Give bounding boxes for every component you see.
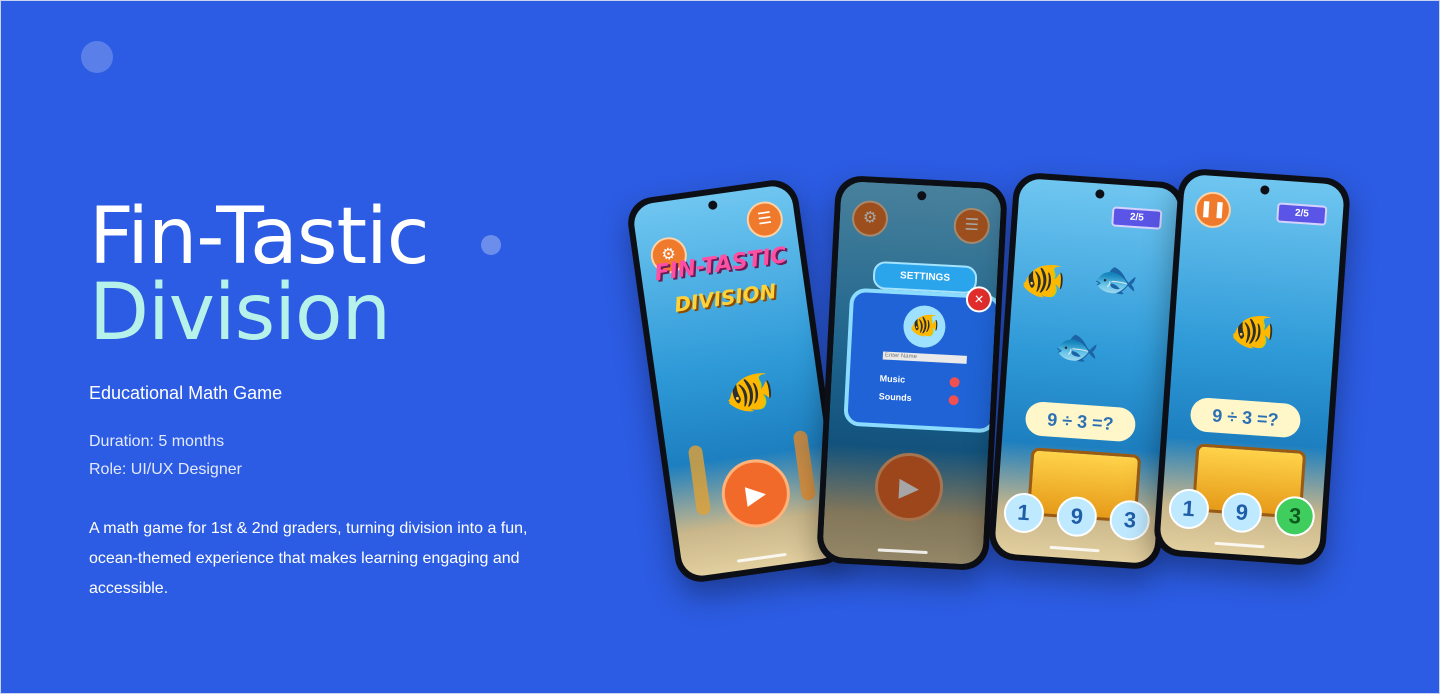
fish-avatar-icon[interactable]: 🐠 xyxy=(902,304,947,349)
play-button[interactable]: ▶ xyxy=(717,455,795,532)
camera-notch xyxy=(707,200,718,211)
answer-option[interactable]: 1 xyxy=(1002,491,1045,535)
goldfish-icon: 🐠 xyxy=(1019,258,1068,303)
phone-screen: 2/5 🐠 🐟 🐟 9 ÷ 3 =? 1 9 3 xyxy=(994,177,1180,565)
phone-mockup-correct-answer: ❚❚ 2/5 🐠 9 ÷ 3 =? 1 9 3 xyxy=(1152,167,1352,567)
menu-list-icon[interactable]: ☰ xyxy=(744,199,786,240)
sounds-label: Sounds xyxy=(878,391,912,404)
seaweed-decoration xyxy=(687,444,712,516)
answer-option[interactable]: 1 xyxy=(1167,487,1210,531)
seaweed-decoration xyxy=(792,429,817,502)
home-indicator xyxy=(1214,541,1265,549)
progress-badge: 2/5 xyxy=(1111,206,1163,230)
red-fish-icon: 🐟 xyxy=(1092,257,1140,302)
answer-option[interactable]: 9 xyxy=(1220,491,1264,534)
title-line-1: Fin-Tastic xyxy=(89,192,430,282)
decorative-dot xyxy=(81,41,113,73)
progress-badge: 2/5 xyxy=(1276,202,1328,226)
project-description: A math game for 1st & 2nd graders, turni… xyxy=(89,520,528,597)
pause-icon[interactable]: ❚❚ xyxy=(1193,190,1233,230)
camera-notch xyxy=(1095,189,1105,199)
play-icon: ▶ xyxy=(743,477,768,510)
blue-fish-icon: 🐟 xyxy=(1053,324,1101,369)
phone-screen: ⚙ ☰ FIN-TASTIC DIVISION 🐠 ▶ xyxy=(631,183,843,579)
duration-text: Duration: 5 months xyxy=(89,433,225,450)
title-line-2: Division xyxy=(89,268,391,358)
goldfish-mascot-icon: 🐠 xyxy=(722,368,778,419)
hero-section: Fin-Tastic Division Educational Math Gam… xyxy=(89,197,549,604)
answer-option[interactable]: 9 xyxy=(1055,495,1099,538)
project-meta: Duration: 5 months Role: UI/UX Designer xyxy=(89,428,549,484)
answer-option-correct[interactable]: 3 xyxy=(1273,495,1317,538)
phone-screen: ⚙ ☰ ▶ SETTINGS 🐠 Music Sounds ✕ xyxy=(822,181,1002,565)
division-question: 9 ÷ 3 =? xyxy=(1189,396,1302,439)
phone-mockup-settings: ⚙ ☰ ▶ SETTINGS 🐠 Music Sounds ✕ xyxy=(815,174,1009,572)
home-indicator xyxy=(1049,545,1100,553)
sounds-toggle[interactable] xyxy=(948,394,959,406)
phone-mockup-title-screen: ⚙ ☰ FIN-TASTIC DIVISION 🐠 ▶ xyxy=(624,176,850,586)
player-name-input[interactable] xyxy=(882,351,967,364)
role-text: Role: UI/UX Designer xyxy=(89,461,242,478)
project-subtitle: Educational Math Game xyxy=(89,383,283,403)
home-indicator xyxy=(736,552,787,563)
music-toggle[interactable] xyxy=(949,376,960,388)
camera-notch xyxy=(1260,185,1270,195)
phone-screen: ❚❚ 2/5 🐠 9 ÷ 3 =? 1 9 3 xyxy=(1159,173,1345,561)
division-question: 9 ÷ 3 =? xyxy=(1024,400,1137,443)
goldfish-sunglasses-icon: 🐠 xyxy=(1229,309,1277,354)
music-label: Music xyxy=(879,373,906,385)
answer-option[interactable]: 3 xyxy=(1108,499,1152,542)
